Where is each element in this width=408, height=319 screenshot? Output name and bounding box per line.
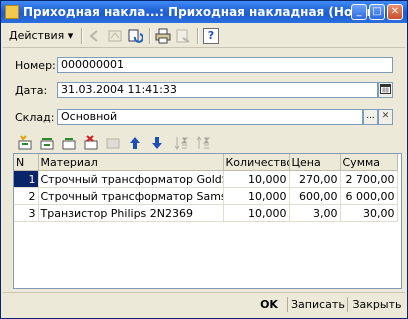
price-cell[interactable]: 600,00: [289, 187, 341, 205]
add-row-icon[interactable]: [17, 135, 33, 151]
date-label: Дата:: [15, 84, 48, 97]
maximize-button[interactable]: □: [369, 4, 385, 20]
window-title: Приходная накла...: Приходная накладная …: [23, 5, 395, 19]
quantity-cell[interactable]: 10,000: [223, 170, 290, 188]
actions-menu-label: Действия: [9, 29, 65, 42]
table-row[interactable]: 2 Строчный трансформатор Samsung 10,000 …: [14, 187, 398, 205]
number-label: Номер:: [15, 59, 56, 72]
column-header-price[interactable]: Цена: [289, 154, 341, 171]
clear-warehouse-button[interactable]: ✕: [378, 109, 393, 125]
refresh-icon[interactable]: [127, 28, 144, 44]
title-bar[interactable]: Приходная накла...: Приходная накладная …: [1, 1, 407, 23]
copy-row-icon[interactable]: [39, 135, 55, 151]
table-header-row: N Материал Количество Цена Сумма: [14, 154, 398, 171]
document-window: Приходная накла...: Приходная накладная …: [0, 0, 408, 319]
column-header-sum[interactable]: Сумма: [340, 154, 398, 171]
items-table: N Материал Количество Цена Сумма 1 Строч…: [14, 154, 398, 222]
ok-button[interactable]: OK: [255, 296, 283, 313]
date-field[interactable]: 31.03.2004 11:41:33: [57, 82, 378, 98]
end-edit-icon[interactable]: [105, 135, 121, 151]
quantity-cell[interactable]: 10,000: [223, 204, 290, 222]
print-icon[interactable]: [155, 28, 171, 44]
move-up-icon[interactable]: [127, 135, 143, 151]
quantity-cell[interactable]: 10,000: [223, 187, 290, 205]
table-row[interactable]: 3 Транзистор Philips 2N2369 10,000 3,00 …: [14, 204, 398, 222]
warehouse-field[interactable]: Основной: [57, 109, 363, 125]
back-arrow-icon[interactable]: [87, 28, 103, 44]
row-number-cell[interactable]: 1: [14, 170, 39, 188]
column-header-material[interactable]: Материал: [38, 154, 224, 171]
sum-cell[interactable]: 30,00: [340, 204, 398, 222]
toolbar-separator: [81, 28, 83, 44]
post-document-icon[interactable]: [175, 28, 191, 44]
material-cell[interactable]: Строчный трансформатор Samsung: [38, 187, 224, 205]
actions-menu[interactable]: Действия ▾: [7, 28, 75, 44]
toolbar-separator: [149, 28, 151, 44]
structure-icon[interactable]: [107, 28, 123, 44]
number-field[interactable]: 000000001: [57, 57, 393, 73]
toolbar-separator: [197, 28, 199, 44]
help-icon[interactable]: ?: [203, 28, 219, 44]
sort-descending-icon[interactable]: [195, 135, 211, 151]
row-number-cell[interactable]: 2: [14, 187, 39, 205]
price-cell[interactable]: 3,00: [289, 204, 341, 222]
button-separator: [347, 297, 348, 312]
move-down-icon[interactable]: [149, 135, 165, 151]
minimize-button[interactable]: _: [351, 4, 367, 20]
column-header-n[interactable]: N: [14, 154, 39, 171]
warehouse-label: Склад:: [15, 111, 55, 124]
material-cell[interactable]: Транзистор Philips 2N2369: [38, 204, 224, 222]
table-row[interactable]: 1 Строчный трансформатор GoldStar 10,000…: [14, 170, 398, 188]
calendar-button[interactable]: [378, 82, 393, 98]
sum-cell[interactable]: 6 000,00: [340, 187, 398, 205]
save-button[interactable]: Записать: [291, 296, 345, 313]
close-window-button[interactable]: ✕: [387, 4, 403, 20]
bottom-button-bar: OK Записать Закрыть: [3, 292, 405, 316]
document-icon: [5, 5, 19, 19]
form-body: Номер: 000000001 Дата: 31.03.2004 11:41:…: [3, 49, 405, 293]
material-cell[interactable]: Строчный трансформатор GoldStar: [38, 170, 224, 188]
row-number-cell[interactable]: 3: [14, 204, 39, 222]
chevron-down-icon: ▾: [67, 29, 74, 42]
calendar-icon: [380, 84, 391, 94]
select-warehouse-button[interactable]: ...: [363, 109, 378, 125]
toolbar: Действия ▾ ?: [3, 25, 405, 48]
price-cell[interactable]: 270,00: [289, 170, 341, 188]
button-separator: [287, 297, 288, 312]
sort-ascending-icon[interactable]: [173, 135, 189, 151]
sum-cell[interactable]: 2 700,00: [340, 170, 398, 188]
edit-row-icon[interactable]: [61, 135, 77, 151]
delete-row-icon[interactable]: [83, 135, 99, 151]
column-header-quantity[interactable]: Количество: [223, 154, 290, 171]
close-button[interactable]: Закрыть: [351, 296, 403, 313]
